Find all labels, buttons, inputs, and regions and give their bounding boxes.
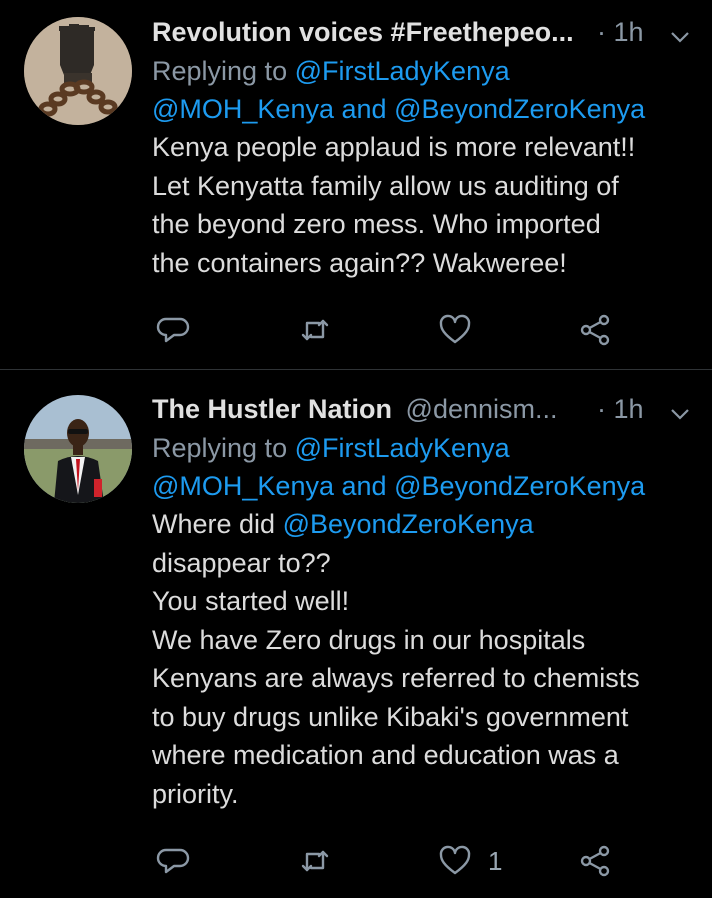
- retweet-button[interactable]: [298, 841, 332, 881]
- tweet[interactable]: The Hustler Nation @dennism... · 1h Repl…: [0, 371, 712, 898]
- retweet-icon: [301, 319, 329, 341]
- timestamp[interactable]: · 1h: [597, 12, 644, 52]
- tweet-text-line: We have Zero drugs in our hospitals: [152, 624, 586, 655]
- reply-icon: [156, 848, 190, 874]
- replying-and[interactable]: and: [342, 471, 387, 501]
- display-name[interactable]: The Hustler Nation: [152, 394, 392, 424]
- tweet-text-line: You started well!: [152, 586, 350, 616]
- replying-label: Replying to: [152, 433, 288, 463]
- display-name[interactable]: Revolution voices #Freethepeo...: [152, 17, 574, 47]
- tweet-text: Kenya people applaud is more relevant!! …: [152, 128, 692, 282]
- mention-link[interactable]: @BeyondZeroKenya: [283, 509, 534, 539]
- tweet-text-line: to buy drugs unlike Kibaki's government: [152, 701, 629, 732]
- timestamp[interactable]: · 1h: [597, 389, 644, 429]
- like-count: 1: [488, 845, 503, 876]
- tweet-text-line: Kenyans are always referred to chemists: [152, 663, 640, 693]
- retweet-icon: [301, 850, 329, 872]
- avatar[interactable]: [24, 17, 132, 125]
- tweet-text-prefix: Where did: [152, 509, 283, 539]
- like-button[interactable]: [438, 310, 472, 350]
- share-button[interactable]: [578, 841, 612, 881]
- chevron-down-icon[interactable]: [668, 397, 692, 421]
- tweet-text-line: the beyond zero mess. Who imported: [152, 209, 601, 239]
- tweet-text-line: where medication and education was a: [152, 740, 619, 770]
- handle[interactable]: @dennism...: [406, 394, 558, 424]
- replying-to-cont: @MOH_Kenya and @BeyondZeroKenya: [152, 467, 692, 505]
- replying-label: Replying to: [152, 56, 288, 86]
- chevron-down-icon[interactable]: [668, 20, 692, 44]
- share-button[interactable]: [578, 310, 612, 350]
- mention-link[interactable]: @MOH_Kenya: [152, 94, 334, 124]
- share-icon: [580, 314, 610, 346]
- share-icon: [580, 845, 610, 877]
- tweet-divider: [0, 369, 712, 370]
- reply-button[interactable]: [156, 310, 190, 350]
- heart-icon: [439, 314, 471, 344]
- reply-icon: [156, 317, 190, 343]
- mention-link[interactable]: @BeyondZeroKenya: [394, 94, 645, 124]
- tweet-text-line: Where did @BeyondZeroKenya: [152, 505, 692, 544]
- avatar[interactable]: [24, 395, 132, 503]
- replying-and[interactable]: and: [342, 94, 387, 124]
- tweet-text-line: the containers again?? Wakweree!: [152, 247, 567, 278]
- replying-to-cont: @MOH_Kenya and @BeyondZeroKenya: [152, 90, 692, 128]
- mention-link[interactable]: @FirstLadyKenya: [295, 433, 510, 463]
- tweet-text-line: disappear to??: [152, 547, 331, 578]
- like-button[interactable]: 1: [438, 841, 502, 881]
- tweet-text: Where did @BeyondZeroKenya disappear to?…: [152, 505, 692, 813]
- replying-to: Replying to @FirstLadyKenya: [152, 429, 692, 467]
- tweet-actions: [0, 310, 712, 350]
- tweet-text-line: Let Kenyatta family allow us auditing of: [152, 170, 619, 201]
- reply-button[interactable]: [156, 841, 190, 881]
- tweet-actions: 1: [0, 841, 712, 881]
- retweet-button[interactable]: [298, 310, 332, 350]
- heart-icon: [439, 845, 471, 875]
- mention-link[interactable]: @FirstLadyKenya: [295, 56, 510, 86]
- tweet-text-line: Kenya people applaud is more relevant!!: [152, 132, 636, 162]
- mention-link[interactable]: @MOH_Kenya: [152, 471, 334, 501]
- replying-to: Replying to @FirstLadyKenya: [152, 52, 692, 90]
- tweet[interactable]: Revolution voices #Freethepeo... · 1h Re…: [0, 0, 712, 370]
- mention-link[interactable]: @BeyondZeroKenya: [394, 471, 645, 501]
- tweet-text-line: priority.: [152, 778, 239, 809]
